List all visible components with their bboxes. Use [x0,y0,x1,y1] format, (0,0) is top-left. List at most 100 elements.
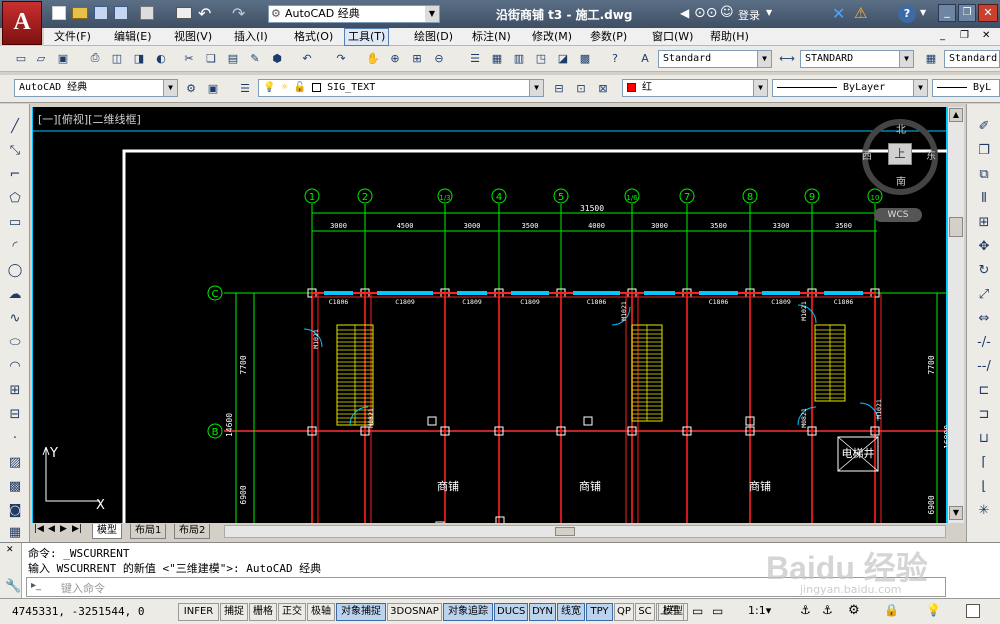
floor-plan-drawing[interactable]: 1 2 1/3 4 5 1/6 7 8 9 10 31500 3000 4500 3000 3500 40… [32,107,947,523]
quick-access-new-icon[interactable] [52,6,66,20]
print-icon[interactable]: ⎙ [86,49,104,67]
save-icon[interactable]: ▣ [54,49,72,67]
chamfer-icon[interactable]: ⌈ [974,452,994,472]
menu-file[interactable]: 文件(F) [54,29,91,45]
stretch-icon[interactable]: ⇔ [974,308,994,328]
linetype-select[interactable]: ByLayer ▼ [772,79,928,97]
trim-icon[interactable]: -/- [974,332,994,352]
scroll-down-icon[interactable]: ▼ [949,506,963,520]
fillet-icon[interactable]: ⌊ [974,476,994,496]
copy-icon[interactable]: ❏ [202,49,220,67]
offset-icon[interactable]: ⫴ [974,188,994,208]
close-button[interactable]: ✕ [978,4,998,22]
tab-prev-icon[interactable]: ◀ [48,524,55,534]
ucs-menu[interactable]: WCS [874,208,922,222]
status-toggle[interactable]: 栅格 [249,603,277,621]
zoom-window-icon[interactable]: ⊞ [408,49,426,67]
ellipse-icon[interactable]: ⬭ [5,332,25,352]
command-close-icon[interactable]: ✕ [6,545,14,555]
user-icon[interactable]: ☺ [720,5,734,20]
design-center-icon[interactable]: ▦ [488,49,506,67]
match-properties-icon[interactable]: ✎ [246,49,264,67]
3dprint-icon[interactable]: ◐ [152,49,170,67]
binoculars-icon[interactable]: ⊙⊙ [694,5,717,21]
new-icon[interactable]: ▭ [12,49,30,67]
paste-icon[interactable]: ▤ [224,49,242,67]
login-chevron-icon[interactable]: ▼ [766,8,772,17]
exchange-icon[interactable]: ✕ [832,4,845,23]
redo-icon[interactable]: ↷ [232,4,245,23]
pan-icon[interactable]: ✋ [364,49,382,67]
tab-last-icon[interactable]: ▶| [72,524,82,534]
quick-access-save-icon[interactable] [94,6,108,20]
hatch-icon[interactable]: ▨ [5,452,25,472]
annotation-scale[interactable]: 1:1▾ [748,604,771,617]
status-toggle[interactable]: DYN [529,603,556,621]
status-toggle[interactable]: TPY [586,603,613,621]
table-style-icon[interactable]: ▦ [922,49,940,67]
text-style-select[interactable]: Standard ▼ [658,50,772,68]
toolbar-lock-icon[interactable]: 🔒 [884,603,899,617]
tab-layout2[interactable]: 布局2 [174,524,211,539]
menu-help[interactable]: 帮助(H) [710,29,749,45]
sheet-set-icon[interactable]: ◳ [532,49,550,67]
layer-properties-icon[interactable]: ☰ [236,79,254,97]
rotate-icon[interactable]: ↻ [974,260,994,280]
tab-model[interactable]: 模型 [92,524,122,539]
status-toggle[interactable]: 线宽 [557,603,585,621]
region-icon[interactable]: ◙ [5,500,25,520]
tool-palettes-icon[interactable]: ▥ [510,49,528,67]
hscroll-thumb[interactable] [555,527,575,536]
mirror-icon[interactable]: ⧉ [974,164,994,184]
maximize-button[interactable]: ❐ [958,4,976,22]
viewcube-south[interactable]: 南 [896,173,906,188]
clean-screen-icon[interactable] [966,604,980,618]
workspace-settings-icon[interactable]: ⚙ [182,79,200,97]
redo-icon[interactable]: ↷ [332,49,350,67]
customize-icon[interactable]: ▣ [204,79,222,97]
layer-select[interactable]: 💡 ☼ 🔓 SIG_TEXT ▼ [258,79,544,97]
menu-minimize-button[interactable]: _ [940,30,954,44]
stay-connected-icon[interactable]: ⚠ [854,4,867,22]
scroll-thumb[interactable] [949,217,963,237]
status-toggle[interactable]: 对象追踪 [443,603,493,621]
cut-icon[interactable]: ✂ [180,49,198,67]
quick-access-open-icon[interactable] [72,7,88,19]
properties-icon[interactable]: ☰ [466,49,484,67]
help-button[interactable]: ? [898,5,916,23]
spline-icon[interactable]: ∿ [5,308,25,328]
horizontal-scrollbar[interactable] [224,525,946,538]
point-icon[interactable]: · [5,428,25,448]
viewcube-west[interactable]: 西 [862,147,872,162]
quickcalc-icon[interactable]: ▩ [576,49,594,67]
workspace-gear-icon[interactable]: ⚙ [848,603,860,618]
publish-icon[interactable]: ◨ [130,49,148,67]
workspace-switcher[interactable]: ⚙ AutoCAD 经典 ▼ [268,5,440,23]
status-toggle[interactable]: QP [614,603,634,621]
menu-insert[interactable]: 插入(I) [234,29,268,45]
table-style-select[interactable]: Standard [944,50,1000,68]
menu-view[interactable]: 视图(V) [174,29,212,45]
viewcube-north[interactable]: 北 [896,121,906,136]
line-icon[interactable]: ╱ [5,116,25,136]
array-icon[interactable]: ⊞ [974,212,994,232]
explode-icon[interactable]: ✳ [974,500,994,520]
menu-modify[interactable]: 修改(M) [532,29,572,45]
text-style-icon[interactable]: A [636,49,654,67]
dim-style-select[interactable]: STANDARD ▼ [800,50,914,68]
status-toggle[interactable]: 正交 [278,603,306,621]
copy-object-icon[interactable]: ❐ [974,140,994,160]
menu-close-button[interactable]: ✕ [982,30,996,44]
break-icon[interactable]: ⊐ [974,404,994,424]
tab-layout1[interactable]: 布局1 [130,524,167,539]
status-toggle[interactable]: SC [635,603,655,621]
wrench-icon[interactable]: 🔧 [5,579,21,594]
coordinate-readout[interactable]: 4745331, -3251544, 0 [12,605,144,618]
viewcube-top-face[interactable]: 上 [888,143,912,165]
extend-icon[interactable]: --/ [974,356,994,376]
quick-view-drawings-icon[interactable]: ▭ [712,604,723,618]
viewcube[interactable]: 北 南 西 东 上 [862,119,938,195]
menu-edit[interactable]: 编辑(E) [114,29,152,45]
rectangle-icon[interactable]: ▭ [5,212,25,232]
color-select[interactable]: 红 ▼ [622,79,768,97]
